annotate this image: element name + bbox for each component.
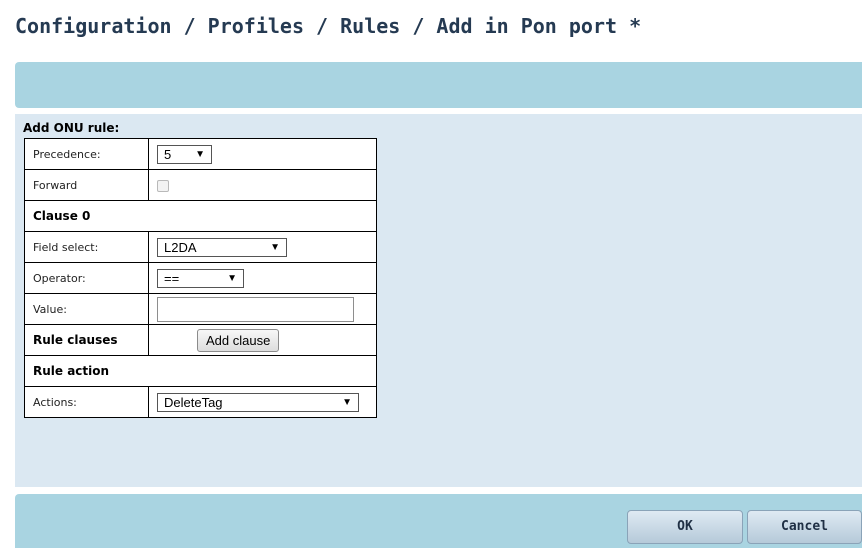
- content-area: Add ONU rule: Precedence: 5 ▼ Forward Cl…: [15, 114, 862, 487]
- actions-row: Actions: DeleteTag ▼: [24, 386, 377, 418]
- precedence-value: 5: [164, 146, 172, 162]
- forward-cell: [148, 169, 377, 201]
- page-title: Configuration / Profiles / Rules / Add i…: [15, 14, 642, 38]
- chevron-down-icon: ▼: [195, 148, 205, 160]
- header-banner: [15, 62, 862, 108]
- actions-cell: DeleteTag ▼: [148, 386, 377, 418]
- footer-bar: OK Cancel: [15, 494, 862, 548]
- precedence-row: Precedence: 5 ▼: [24, 138, 377, 170]
- forward-checkbox[interactable]: [157, 179, 169, 192]
- value-input[interactable]: [157, 296, 354, 322]
- field-select-cell: L2DA ▼: [148, 231, 377, 263]
- precedence-select[interactable]: 5 ▼: [157, 144, 212, 164]
- value-cell: [148, 293, 377, 325]
- field-select-dropdown[interactable]: L2DA ▼: [157, 237, 287, 257]
- clause-header-row: Clause 0: [24, 200, 377, 232]
- operator-value: ==: [164, 270, 180, 286]
- rule-action-header-row: Rule action: [24, 355, 377, 387]
- clause-header: Clause 0: [24, 200, 377, 232]
- rule-clauses-cell: Add clause: [148, 324, 377, 356]
- section-label: Add ONU rule:: [23, 121, 120, 135]
- forward-row: Forward: [24, 169, 377, 201]
- chevron-down-icon: ▼: [270, 241, 280, 253]
- actions-label: Actions:: [24, 386, 149, 418]
- cancel-button[interactable]: Cancel: [747, 510, 862, 544]
- precedence-cell: 5 ▼: [148, 138, 377, 170]
- field-select-value: L2DA: [164, 239, 197, 255]
- value-label: Value:: [24, 293, 149, 325]
- chevron-down-icon: ▼: [227, 272, 237, 284]
- field-select-label: Field select:: [24, 231, 149, 263]
- field-select-row: Field select: L2DA ▼: [24, 231, 377, 263]
- operator-label: Operator:: [24, 262, 149, 294]
- operator-cell: == ▼: [148, 262, 377, 294]
- actions-value: DeleteTag: [164, 394, 223, 410]
- forward-label: Forward: [24, 169, 149, 201]
- rule-clauses-label: Rule clauses: [24, 324, 149, 356]
- operator-row: Operator: == ▼: [24, 262, 377, 294]
- value-row: Value:: [24, 293, 377, 325]
- rule-form-table: Precedence: 5 ▼ Forward Clause 0 Field s…: [24, 138, 377, 418]
- rule-clauses-row: Rule clauses Add clause: [24, 324, 377, 356]
- operator-select[interactable]: == ▼: [157, 268, 244, 288]
- rule-action-header: Rule action: [24, 355, 377, 387]
- add-clause-button[interactable]: Add clause: [197, 328, 280, 352]
- precedence-label: Precedence:: [24, 138, 149, 170]
- ok-button[interactable]: OK: [627, 510, 743, 544]
- actions-select[interactable]: DeleteTag ▼: [157, 392, 359, 412]
- chevron-down-icon: ▼: [342, 396, 352, 408]
